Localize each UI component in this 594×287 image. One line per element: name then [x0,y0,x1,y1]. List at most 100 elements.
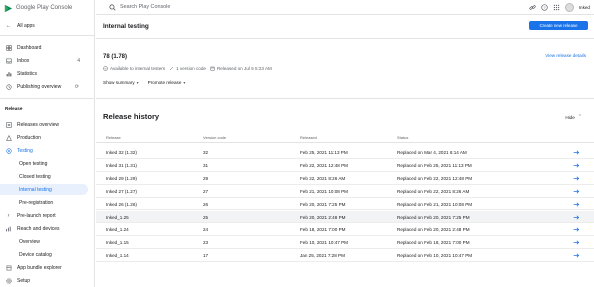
column-header-version-code: Version code [203,135,227,140]
hide-toggle[interactable]: Hide ⌃ [565,114,582,120]
sidebar-item-statistics[interactable]: Statistics [0,68,95,79]
sidebar-item-dashboard[interactable]: Dashboard [0,42,95,53]
cell-version: 23 [203,240,209,246]
hide-label: Hide [565,114,575,120]
cell-release: Inked_1.25 [106,214,129,220]
sidebar-item-production[interactable]: Production [0,132,95,143]
sidebar-item-label: Closed testing [19,173,51,180]
section-divider [96,98,594,99]
table-row[interactable]: Inked_1.14 17 Jan 25, 2021 7:28 PM Replaced… [96,249,594,263]
sidebar-item-pre-launch-report[interactable]: › Pre-launch report [0,210,95,221]
production-icon [5,134,12,141]
statistics-icon [5,70,12,77]
sidebar-item-label: Internal testing [19,186,52,193]
sidebar-item-label: Device catalog [19,251,52,258]
sidebar-item-label: Releases overview [17,121,59,128]
release-status-text: Available to internal testers [110,66,166,71]
sidebar-item-setup[interactable]: Setup [0,275,95,286]
sidebar-item-label: Testing [17,147,33,154]
arrow-right-icon[interactable] [573,214,580,221]
cell-release: Inked 26 (1.26) [106,201,137,207]
column-header-released: Released [300,135,317,140]
link-icon[interactable] [529,4,536,11]
version-code-icon [169,66,174,71]
all-apps-link[interactable]: ← All apps [0,20,95,31]
sidebar-item-label: App bundle explorer [17,264,62,271]
page-header: Internal testing Create new release [96,15,594,39]
avatar[interactable] [564,2,574,12]
released-on: Released on Jul 5 5:23 AM [210,66,272,71]
table-row[interactable]: Inked_1.15 23 Feb 10, 2021 10:47 PM Replace… [96,236,594,250]
account-name[interactable]: Inked [579,5,590,10]
create-new-release-button[interactable]: Create new release [529,21,588,30]
table-row[interactable]: Inked_1.25 25 Feb 20, 2021 2:48 PM Replaced… [96,210,594,224]
sidebar-item-device-catalog[interactable]: Device catalog [0,249,95,260]
search-bar[interactable] [109,2,449,12]
top-bar-actions: ? Inked [529,2,590,12]
cell-status: Replaced on Feb 22, 2021 12:48 PM [397,175,473,181]
table-row[interactable]: Inked_1.24 24 Feb 18, 2021 7:00 PM Replaced… [96,223,594,237]
arrow-right-icon[interactable] [573,226,580,233]
setup-icon [5,277,12,284]
inbox-icon [5,57,12,64]
arrow-right-icon[interactable] [573,201,580,208]
cell-release: Inked 27 (1.27) [106,188,137,194]
search-input[interactable] [120,4,420,10]
arrow-right-icon[interactable] [573,239,580,246]
apps-grid-icon[interactable] [553,4,560,11]
table-row[interactable]: Inked 29 (1.29) 29 Feb 22, 2021 8:26 AM Rep… [96,172,594,185]
svg-text:?: ? [543,5,545,9]
arrow-right-icon[interactable] [573,149,580,156]
sidebar-item-overview[interactable]: Overview [0,236,95,247]
cell-released: Feb 18, 2021 7:00 PM [300,227,346,233]
table-row[interactable]: Inked 26 (1.26) 26 Feb 20, 2021 7:25 PM Rep… [96,198,594,211]
version-codes-text: 1 version code [176,66,206,71]
cell-release: Inked 29 (1.29) [106,175,137,181]
sidebar-item-publishing-overview[interactable]: Publishing overview ⟳ [0,81,95,92]
app-logo[interactable]: Google Play Console [4,3,72,13]
cell-status: Replaced on Feb 25, 2021 11:13 PM [397,162,472,168]
cell-status: Replaced on Feb 18, 2021 7:00 PM [397,240,470,246]
arrow-right-icon[interactable] [573,175,580,182]
releases-overview-icon [5,121,12,128]
cell-released: Jan 25, 2021 7:28 PM [300,253,345,259]
sidebar-item-app-bundle-explorer[interactable]: App bundle explorer [0,262,95,273]
cell-version: 31 [203,162,209,168]
arrow-right-icon[interactable] [573,162,580,169]
table-row[interactable]: Inked 31 (1.31) 31 Feb 22, 2021 12:48 PM Re… [96,159,594,172]
release-history-title: Release history [103,112,160,121]
view-release-details-link[interactable]: View release details [545,53,586,58]
sidebar-item-label: Dashboard [17,44,42,51]
dashboard-icon [5,44,12,51]
table-row[interactable]: Inked 32 (1.32) 32 Feb 25, 2021 11:13 PM Re… [96,146,594,159]
sidebar-item-testing[interactable]: Testing [0,145,95,156]
sidebar-item-pre-registration[interactable]: Pre-registration [0,197,95,208]
arrow-right-icon[interactable] [573,188,580,195]
sidebar-item-closed-testing[interactable]: Closed testing [0,171,95,182]
sidebar-item-label: Overview [19,238,40,245]
cell-version: 25 [203,214,209,220]
sidebar-item-releases-overview[interactable]: Releases overview [0,119,95,130]
promote-release-dropdown[interactable]: Promote release ▾ [148,80,186,85]
table-row[interactable]: Inked 27 (1.27) 27 Feb 21, 2021 10:08 PM Re… [96,185,594,198]
testing-icon [5,147,12,154]
section-release-heading: Release [5,106,23,111]
chevron-down-icon: ▾ [136,80,139,85]
help-icon[interactable]: ? [541,3,548,11]
sidebar-item-label: Open testing [19,160,48,167]
sidebar-item-internal-testing[interactable]: Internal testing [0,184,88,195]
cell-release: Inked 31 (1.31) [106,162,137,168]
sidebar-item-inbox[interactable]: Inbox 4 [0,55,95,66]
cell-released: Feb 20, 2021 2:48 PM [300,214,346,220]
cell-status: Replaced on Feb 10, 2021 10:47 PM [397,253,473,259]
cell-version: 32 [203,150,209,155]
cell-released: Feb 22, 2021 8:26 AM [300,175,346,181]
sidebar-item-label: Inbox [17,57,30,64]
sidebar-item-open-testing[interactable]: Open testing [0,158,95,169]
arrow-right-icon[interactable] [573,252,580,259]
sidebar-item-reach-and-devices[interactable]: Reach and devices [0,223,95,234]
cell-released: Feb 25, 2021 11:13 PM [300,150,348,155]
show-summary-dropdown[interactable]: Show summary ▾ [103,80,139,85]
top-bar: ? Inked [96,0,594,15]
search-icon [109,3,116,11]
